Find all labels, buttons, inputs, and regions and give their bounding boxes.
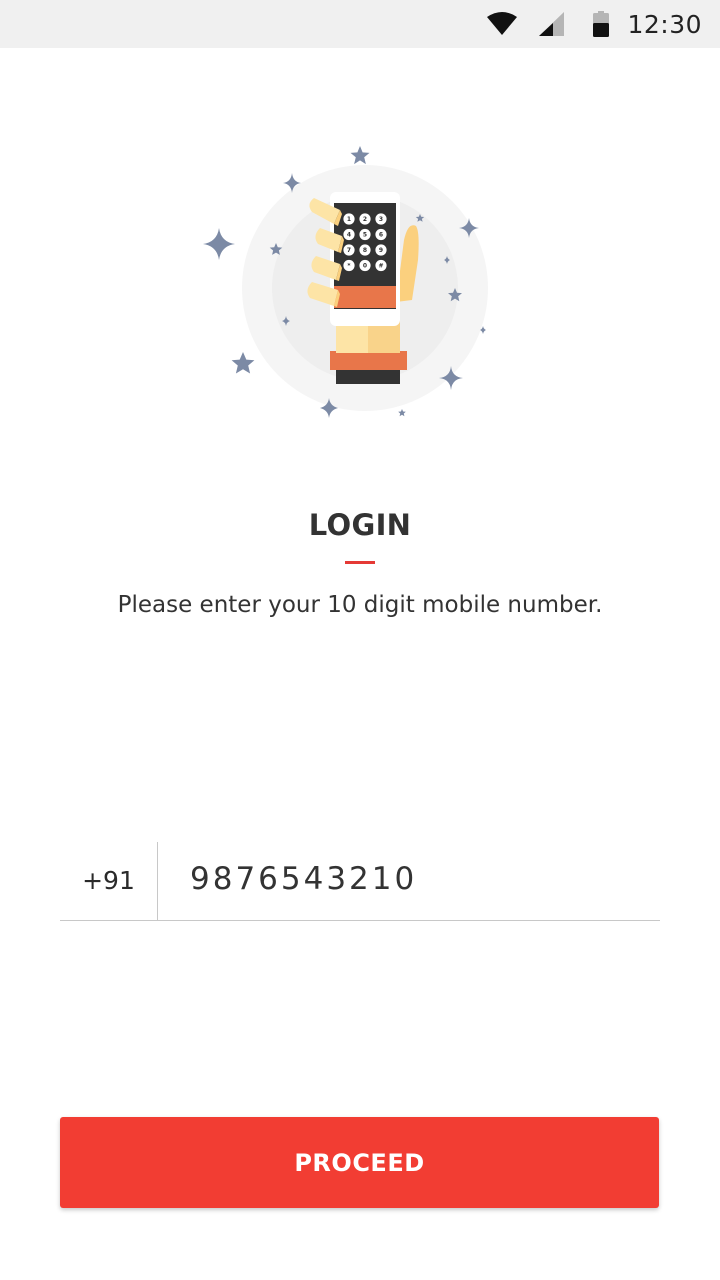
keypad-key-label: #: [378, 263, 383, 270]
country-code-selector[interactable]: +91: [60, 842, 158, 920]
keypad-key-label: 5: [363, 232, 367, 239]
signal-icon: [539, 12, 565, 36]
subtitle-instruction: Please enter your 10 digit mobile number…: [117, 592, 603, 618]
proceed-button[interactable]: PROCEED: [60, 1117, 659, 1208]
sleeve-band: [330, 351, 407, 370]
star-icon: [350, 146, 370, 165]
keypad-key-label: 1: [347, 216, 351, 223]
keypad-key-label: 2: [363, 216, 367, 223]
hand-holding-phone-illustration: 1 2 34 5 67 8 9* 0 #: [203, 146, 488, 418]
keypad-key-label: 9: [379, 247, 383, 254]
login-screen: 12:30 1 2 3 4 5 6 7 8 9 * 0 # LOGIN Plea…: [0, 0, 720, 1280]
phone-screen-bottom: [334, 286, 396, 308]
keypad-key-label: 7: [347, 247, 351, 254]
star-icon: [231, 352, 255, 374]
status-icons: 12:30: [487, 0, 702, 48]
status-time: 12:30: [627, 9, 702, 39]
status-bar: 12:30: [0, 0, 720, 48]
page-title: LOGIN: [308, 508, 412, 542]
keypad-key-label: 4: [347, 232, 351, 239]
sparkle-icon: [203, 228, 235, 260]
keypad-key-label: 6: [379, 232, 383, 239]
keypad-key-label: 0: [363, 263, 367, 270]
keypad-key-label: 3: [379, 216, 383, 223]
wifi-icon: [487, 12, 518, 35]
title-underline: [345, 561, 375, 564]
phone-number-field: +91: [60, 842, 660, 921]
keypad-key-label: 8: [363, 247, 367, 254]
sleeve-cuff: [336, 368, 400, 384]
battery-icon: [593, 11, 610, 37]
mobile-number-input[interactable]: [190, 842, 650, 916]
star-icon: [398, 409, 406, 417]
